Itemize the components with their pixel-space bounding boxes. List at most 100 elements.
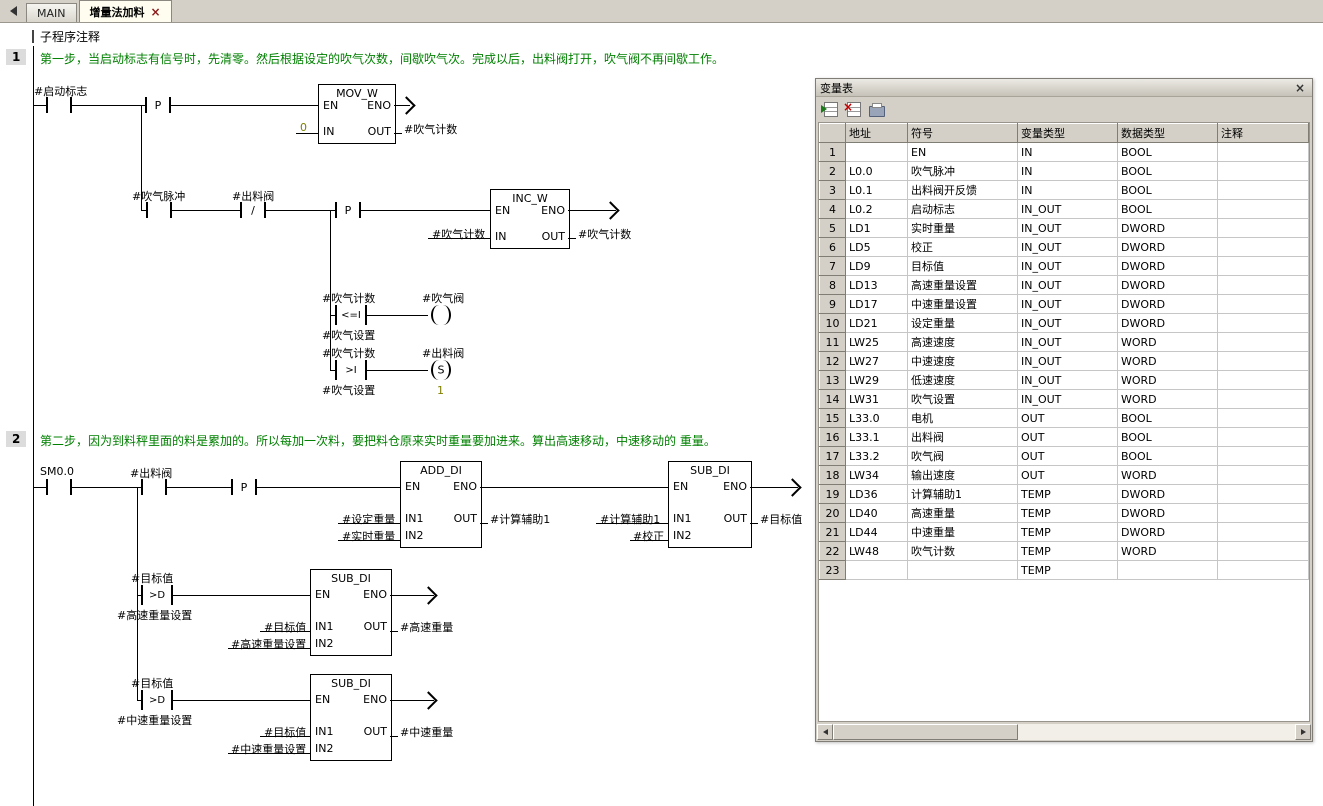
operand-label[interactable]: #吹气计数 (432, 226, 485, 242)
horizontal-scrollbar[interactable] (817, 724, 1311, 740)
operand-label[interactable]: #目标值 (264, 724, 306, 740)
table-cell[interactable]: 吹气阀 (908, 447, 1018, 466)
row-number-cell[interactable]: 11 (820, 333, 846, 352)
add-di-block[interactable]: ADD_DI EN ENO IN1 OUT IN2 (400, 461, 482, 548)
table-cell[interactable]: LD44 (846, 523, 908, 542)
table-cell[interactable]: LD36 (846, 485, 908, 504)
contact-start-flag[interactable] (46, 97, 72, 113)
table-cell[interactable]: 高速重量设置 (908, 276, 1018, 295)
operand-label[interactable]: #中速重量设置 (231, 741, 306, 757)
table-cell[interactable]: OUT (1018, 447, 1118, 466)
sub-di-block[interactable]: SUB_DI EN ENO IN1 OUT IN2 (310, 569, 392, 656)
row-number-cell[interactable]: 2 (820, 162, 846, 181)
table-cell[interactable]: DWORD (1118, 295, 1218, 314)
table-cell[interactable]: 输出速度 (908, 466, 1018, 485)
table-cell[interactable]: WORD (1118, 333, 1218, 352)
table-cell[interactable]: DWORD (1118, 276, 1218, 295)
row-number-cell[interactable]: 10 (820, 314, 846, 333)
table-cell[interactable]: TEMP (1018, 542, 1118, 561)
delete-row-icon[interactable]: × (843, 99, 863, 119)
table-row[interactable]: 7LD9目标值IN_OUTDWORD (820, 257, 1309, 276)
table-cell[interactable]: LW29 (846, 371, 908, 390)
operand-label[interactable]: #吹气设置 (322, 382, 375, 398)
table-cell[interactable]: L0.0 (846, 162, 908, 181)
operand-label[interactable]: SM0.0 (40, 465, 74, 478)
table-cell[interactable]: LD5 (846, 238, 908, 257)
row-number-cell[interactable]: 18 (820, 466, 846, 485)
column-header-address[interactable]: 地址 (846, 124, 908, 143)
table-cell[interactable]: 计算辅助1 (908, 485, 1018, 504)
table-cell[interactable]: BOOL (1118, 181, 1218, 200)
table-cell[interactable] (1218, 333, 1309, 352)
table-row[interactable]: 13LW29低速速度IN_OUTWORD (820, 371, 1309, 390)
row-number-cell[interactable]: 15 (820, 409, 846, 428)
table-cell[interactable] (846, 561, 908, 580)
compare-contact-gtd[interactable]: >D (141, 585, 173, 605)
table-cell[interactable]: IN_OUT (1018, 238, 1118, 257)
table-cell[interactable]: BOOL (1118, 447, 1218, 466)
table-cell[interactable] (1218, 219, 1309, 238)
table-cell[interactable]: LW48 (846, 542, 908, 561)
table-cell[interactable]: IN_OUT (1018, 333, 1118, 352)
column-header-comment[interactable]: 注释 (1218, 124, 1309, 143)
operand-label[interactable]: #目标值 (264, 619, 306, 635)
table-cell[interactable] (1218, 257, 1309, 276)
table-cell[interactable] (1218, 143, 1309, 162)
table-cell[interactable]: 目标值 (908, 257, 1018, 276)
table-cell[interactable]: LW31 (846, 390, 908, 409)
table-cell[interactable]: TEMP (1018, 561, 1118, 580)
table-cell[interactable]: WORD (1118, 390, 1218, 409)
table-cell[interactable]: L33.0 (846, 409, 908, 428)
table-cell[interactable] (1218, 314, 1309, 333)
table-cell[interactable]: 中速速度 (908, 352, 1018, 371)
table-cell[interactable]: OUT (1018, 409, 1118, 428)
table-cell[interactable]: IN (1018, 143, 1118, 162)
table-cell[interactable] (1218, 295, 1309, 314)
operand-label[interactable]: #计算辅助1 (600, 511, 660, 527)
operand-label[interactable]: #吹气计数 (322, 290, 375, 306)
table-cell[interactable]: 出料阀开反馈 (908, 181, 1018, 200)
coil-set-discharge-valve[interactable]: S (428, 360, 454, 380)
operand-label[interactable]: #高速重量设置 (117, 607, 192, 623)
operand-label[interactable]: #目标值 (131, 675, 173, 691)
table-cell[interactable]: 设定重量 (908, 314, 1018, 333)
table-cell[interactable]: 吹气设置 (908, 390, 1018, 409)
scroll-left-button[interactable] (817, 724, 833, 740)
table-cell[interactable]: L0.2 (846, 200, 908, 219)
table-cell[interactable]: 中速重量 (908, 523, 1018, 542)
table-cell[interactable]: BOOL (1118, 162, 1218, 181)
table-cell[interactable] (1218, 181, 1309, 200)
inc-w-block[interactable]: INC_W EN ENO IN OUT (490, 189, 570, 249)
table-cell[interactable]: DWORD (1118, 257, 1218, 276)
column-header-symbol[interactable]: 符号 (908, 124, 1018, 143)
table-cell[interactable]: LD9 (846, 257, 908, 276)
table-cell[interactable]: LW25 (846, 333, 908, 352)
operand-label[interactable]: #计算辅助1 (490, 511, 550, 527)
table-row[interactable]: 20LD40高速重量TEMPDWORD (820, 504, 1309, 523)
column-header-datatype[interactable]: 数据类型 (1118, 124, 1218, 143)
row-number-cell[interactable]: 16 (820, 428, 846, 447)
table-cell[interactable]: BOOL (1118, 428, 1218, 447)
table-cell[interactable]: OUT (1018, 428, 1118, 447)
operand-label[interactable]: #高速重量 (400, 619, 453, 635)
printer-icon[interactable] (866, 99, 886, 119)
row-number-cell[interactable]: 4 (820, 200, 846, 219)
table-row[interactable]: 14LW31吹气设置IN_OUTWORD (820, 390, 1309, 409)
table-cell[interactable]: LD17 (846, 295, 908, 314)
table-row[interactable]: 18LW34输出速度OUTWORD (820, 466, 1309, 485)
table-cell[interactable]: WORD (1118, 352, 1218, 371)
subroutine-comment[interactable]: 子程序注释 (40, 28, 100, 45)
compare-contact-gt[interactable]: >I (335, 360, 367, 380)
table-cell[interactable]: DWORD (1118, 523, 1218, 542)
operand-label[interactable]: #目标值 (131, 570, 173, 586)
operand-label[interactable]: #目标值 (760, 511, 802, 527)
table-cell[interactable]: 高速重量 (908, 504, 1018, 523)
row-number-cell[interactable]: 17 (820, 447, 846, 466)
operand-label[interactable]: #高速重量设置 (231, 636, 306, 652)
table-row[interactable]: 10LD21设定重量IN_OUTDWORD (820, 314, 1309, 333)
table-cell[interactable] (1218, 390, 1309, 409)
table-cell[interactable] (1218, 200, 1309, 219)
row-number-cell[interactable]: 21 (820, 523, 846, 542)
operand-label[interactable]: #吹气阀 (422, 290, 464, 306)
operand-label[interactable]: #出料阀 (422, 345, 464, 361)
